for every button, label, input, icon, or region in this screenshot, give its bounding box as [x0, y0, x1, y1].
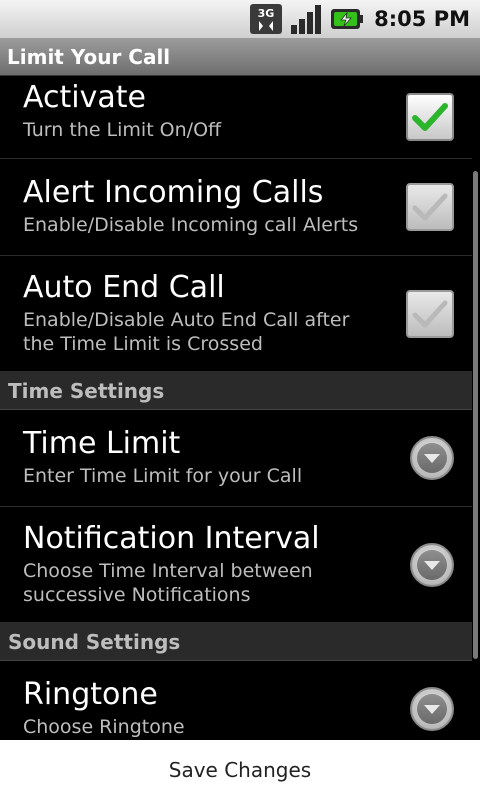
pref-ringtone-title: Ringtone — [23, 677, 158, 712]
pref-notification-interval-title: Notification Interval — [23, 521, 320, 556]
category-sound-settings: Sound Settings — [0, 623, 472, 661]
pref-activate[interactable]: Activate Turn the Limit On/Off — [0, 76, 472, 159]
pref-notification-interval[interactable]: Notification Interval Choose Time Interv… — [0, 507, 472, 623]
checkmark-icon — [412, 300, 448, 327]
category-time-settings: Time Settings — [0, 372, 472, 410]
battery-charging-icon — [330, 7, 364, 31]
checkmark-icon — [412, 103, 448, 131]
pref-auto-end-summary: Enable/Disable Auto End Call after the T… — [23, 309, 350, 355]
save-changes-button[interactable]: Save Changes — [149, 748, 331, 792]
time-limit-dropdown[interactable] — [410, 436, 454, 480]
chevron-down-icon — [424, 705, 440, 714]
bottom-action-bar: Save Changes — [0, 740, 480, 800]
category-sound-settings-label: Sound Settings — [8, 629, 181, 654]
app-title: Limit Your Call — [7, 44, 171, 69]
checkmark-icon — [412, 193, 448, 221]
pref-time-limit-summary: Enter Time Limit for your Call — [23, 465, 303, 487]
status-bar: 3G 8:05 PM — [0, 0, 480, 38]
network-label: 3G — [258, 7, 275, 20]
pref-alert-incoming-calls[interactable]: Alert Incoming Calls Enable/Disable Inco… — [0, 159, 472, 256]
pref-alert-incoming-title: Alert Incoming Calls — [23, 175, 324, 210]
pref-auto-end-call[interactable]: Auto End Call Enable/Disable Auto End Ca… — [0, 256, 472, 372]
category-time-settings-label: Time Settings — [8, 378, 165, 403]
signal-strength-icon — [290, 4, 322, 34]
pref-alert-incoming-summary: Enable/Disable Incoming call Alerts — [23, 214, 359, 236]
chevron-down-icon — [424, 454, 440, 463]
preferences-list-content: Activate Turn the Limit On/Off Alert Inc… — [0, 76, 472, 740]
pref-notification-interval-summary: Choose Time Interval between successive … — [23, 560, 313, 606]
pref-activate-summary: Turn the Limit On/Off — [23, 119, 222, 141]
pref-ringtone[interactable]: Ringtone Choose Ringtone — [0, 661, 472, 740]
notification-interval-dropdown[interactable] — [410, 542, 454, 587]
scrollbar[interactable] — [473, 171, 478, 659]
network-3g-icon: 3G — [250, 4, 283, 34]
app-title-bar: Limit Your Call — [0, 38, 480, 76]
chevron-down-icon — [424, 560, 440, 570]
alert-incoming-checkbox[interactable] — [406, 183, 454, 231]
pref-activate-title: Activate — [23, 80, 146, 115]
auto-end-checkbox[interactable] — [406, 289, 454, 338]
pref-time-limit-title: Time Limit — [23, 426, 181, 461]
ringtone-dropdown[interactable] — [410, 687, 454, 731]
status-time: 8:05 PM — [374, 7, 470, 31]
pref-ringtone-summary: Choose Ringtone — [23, 716, 185, 738]
preferences-list[interactable]: Activate Turn the Limit On/Off Alert Inc… — [0, 76, 480, 740]
activate-checkbox[interactable] — [406, 93, 454, 141]
pref-auto-end-title: Auto End Call — [23, 270, 225, 305]
pref-time-limit[interactable]: Time Limit Enter Time Limit for your Cal… — [0, 410, 472, 507]
